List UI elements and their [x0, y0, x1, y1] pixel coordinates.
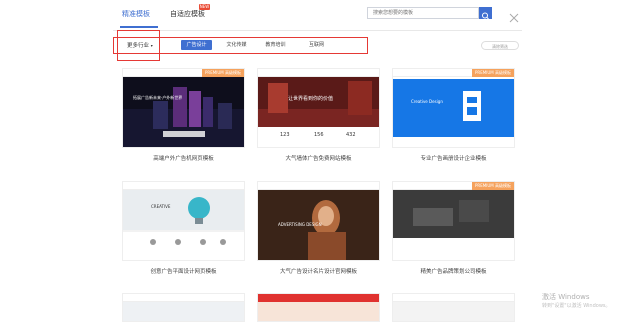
thumb-nav — [393, 294, 514, 302]
search-button[interactable] — [479, 7, 492, 20]
stat-3: 432 — [346, 132, 356, 138]
stat-1: 123 — [280, 132, 290, 138]
bulb-illustration — [123, 190, 244, 260]
search-icon — [482, 12, 489, 20]
template-thumbnail — [257, 293, 380, 322]
template-thumbnail: ADVERTISING DESIGN — [257, 181, 380, 261]
template-caption: 专业广告画册设计企业模板 — [420, 156, 487, 162]
template-caption: 精美广告品牌策划公司模板 — [420, 269, 487, 275]
close-icon — [509, 13, 519, 23]
template-thumbnail: 拓展广告新未来·户外新世界 PREMIUM 高级模板 — [122, 68, 245, 148]
thumb-hero — [393, 302, 514, 321]
close-button[interactable] — [509, 8, 519, 23]
more-industry-dropdown[interactable]: 更多行业 ▾ — [127, 41, 153, 49]
template-thumbnail: CREATIVE — [122, 181, 245, 261]
thumb-headline: ADVERTISING DESIGN — [278, 222, 322, 227]
windows-activation-subtitle: 转到"设置"以激活 Windows。 — [542, 303, 611, 309]
new-badge: NEW — [199, 4, 210, 10]
template-thumbnail: 让世界看到你的价值 123 156 432 — [257, 68, 380, 148]
top-tabs: 精准模板 自适应模板 NEW — [0, 0, 640, 30]
chip-culture-media[interactable]: 文化传媒 — [221, 40, 252, 50]
template-caption: 大气墙体广告免费网站模板 — [285, 156, 352, 162]
tab-adaptive-templates[interactable]: 自适应模板 — [170, 9, 205, 19]
stat-2: 156 — [314, 132, 324, 138]
tab-precise-templates[interactable]: 精准模板 — [122, 9, 150, 19]
thumb-hero — [123, 302, 244, 321]
search-input[interactable] — [373, 8, 473, 18]
more-industry-label: 更多行业 — [127, 43, 150, 49]
template-caption: 大气广告设计名片设计官网模板 — [279, 269, 357, 275]
header-divider — [113, 30, 522, 31]
premium-badge: PREMIUM 高级模板 — [472, 182, 514, 190]
thumb-headline: CREATIVE — [151, 204, 171, 209]
chip-ad-design[interactable]: 广告设计 — [181, 40, 212, 50]
reset-filter-button[interactable]: 清除筛选 — [481, 41, 519, 50]
windows-activation-title: 激活 Windows — [542, 293, 590, 301]
active-tab-indicator — [120, 26, 158, 28]
premium-badge: PREMIUM 高级模板 — [472, 69, 514, 77]
template-thumbnail — [392, 293, 515, 322]
thumb-nav — [123, 294, 244, 302]
template-thumbnail: Creative Design PREMIUM 高级模板 — [392, 68, 515, 148]
thumb-headline: Creative Design — [411, 99, 443, 104]
premium-badge: PREMIUM 高级模板 — [202, 69, 244, 77]
thumb-headline: 拓展广告新未来·户外新世界 — [133, 95, 183, 100]
chip-internet[interactable]: 互联网 — [301, 40, 332, 50]
thumb-headline: 让世界看到你的价值 — [288, 96, 334, 102]
template-thumbnail: PREMIUM 高级模板 — [392, 181, 515, 261]
chip-education[interactable]: 教育培训 — [260, 40, 291, 50]
template-caption: 创意广告平面设计网页模板 — [150, 269, 217, 275]
city-illustration — [123, 87, 244, 147]
search-box — [367, 7, 479, 19]
blue-brand-illustration — [393, 79, 514, 137]
template-caption: 高端户外广告机网页模板 — [153, 156, 214, 162]
thumb-hero — [258, 302, 379, 321]
thumb-nav — [258, 294, 379, 302]
template-thumbnail — [122, 293, 245, 322]
caret-down-icon: ▾ — [150, 43, 153, 48]
office-illustration — [393, 190, 514, 260]
